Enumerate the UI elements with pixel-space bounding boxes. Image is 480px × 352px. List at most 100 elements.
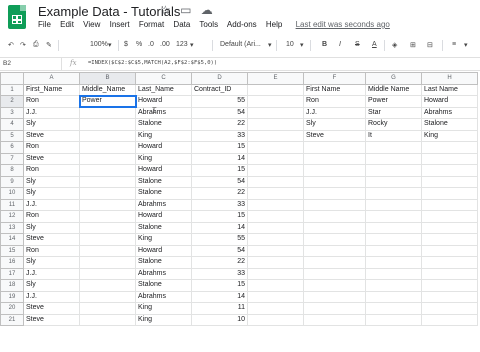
bold-button[interactable]: B [322,41,327,48]
cell-a20[interactable]: Steve [23,302,80,315]
cell-b20[interactable] [79,302,136,315]
row-header[interactable]: 4 [0,118,24,131]
cell-c17[interactable]: Abrahms [135,267,192,280]
cell-h19[interactable] [421,290,478,303]
row-header[interactable]: 18 [0,279,24,292]
cell-c8[interactable]: Howard [135,164,192,177]
cell-e19[interactable] [247,290,304,303]
cell-c16[interactable]: Stalone [135,256,192,269]
cell-e3[interactable] [247,106,304,119]
cell-c20[interactable]: King [135,302,192,315]
menu-addons[interactable]: Add-ons [227,20,257,29]
cell-b5[interactable] [79,129,136,142]
column-header-h[interactable]: H [421,72,478,85]
cell-h16[interactable] [421,256,478,269]
cell-a7[interactable]: Steve [23,152,80,165]
document-title[interactable]: Example Data - Tutorials [38,4,180,19]
cell-h5[interactable]: King [421,129,478,142]
cell-f17[interactable] [303,267,366,280]
cell-a15[interactable]: Ron [23,244,80,257]
decrease-decimal-button[interactable]: .0 [148,41,154,48]
cell-d9[interactable]: 54 [191,175,248,188]
cell-c12[interactable]: Howard [135,210,192,223]
cell-d20[interactable]: 11 [191,302,248,315]
redo-icon[interactable]: ↷ [20,41,26,49]
column-header-d[interactable]: D [191,72,248,85]
cell-d10[interactable]: 22 [191,187,248,200]
cell-f7[interactable] [303,152,366,165]
cell-f6[interactable] [303,141,366,154]
fill-color-icon[interactable]: ◈ [392,41,397,49]
cell-b7[interactable] [79,152,136,165]
cell-e17[interactable] [247,267,304,280]
cell-d8[interactable]: 15 [191,164,248,177]
cell-f1[interactable]: First Name [303,83,366,96]
cell-b14[interactable] [79,233,136,246]
increase-decimal-button[interactable]: .00 [160,41,170,48]
cell-h6[interactable] [421,141,478,154]
row-header[interactable]: 1 [0,83,24,96]
cell-g1[interactable]: Middle Name [365,83,422,96]
cell-h3[interactable]: Abrahms [421,106,478,119]
row-header[interactable]: 16 [0,256,24,269]
cell-d16[interactable]: 22 [191,256,248,269]
column-header-c[interactable]: C [135,72,192,85]
cell-g21[interactable] [365,313,422,326]
cell-b2[interactable]: Power [78,94,137,108]
cell-a17[interactable]: J.J. [23,267,80,280]
cell-a14[interactable]: Steve [23,233,80,246]
cell-f15[interactable] [303,244,366,257]
menu-tools[interactable]: Tools [199,20,218,29]
cell-c2[interactable]: Howard [135,95,192,108]
horizontal-align-icon[interactable]: ≡ [452,41,456,48]
cell-g19[interactable] [365,290,422,303]
cell-a8[interactable]: Ron [23,164,80,177]
cell-e2[interactable] [247,95,304,108]
borders-icon[interactable]: ⊞ [410,41,416,49]
cell-a12[interactable]: Ron [23,210,80,223]
cell-a9[interactable]: Sly [23,175,80,188]
cell-b6[interactable] [79,141,136,154]
cell-f19[interactable] [303,290,366,303]
row-header[interactable]: 12 [0,210,24,223]
cell-b8[interactable] [79,164,136,177]
cell-c19[interactable]: Abrahms [135,290,192,303]
cell-a18[interactable]: Sly [23,279,80,292]
menu-data[interactable]: Data [173,20,190,29]
menu-file[interactable]: File [38,20,51,29]
cell-c3[interactable]: Abrahms [135,106,192,119]
cell-c18[interactable]: Stalone [135,279,192,292]
cell-h8[interactable] [421,164,478,177]
row-header[interactable]: 20 [0,302,24,315]
cell-d18[interactable]: 15 [191,279,248,292]
cell-h12[interactable] [421,210,478,223]
cell-f21[interactable] [303,313,366,326]
cell-c4[interactable]: Stalone [135,118,192,131]
cell-f4[interactable]: Sly [303,118,366,131]
undo-icon[interactable]: ↶ [8,41,14,49]
row-header[interactable]: 13 [0,221,24,234]
cell-b13[interactable] [79,221,136,234]
cell-e11[interactable] [247,198,304,211]
cell-c1[interactable]: Last_Name [135,83,192,96]
cell-g13[interactable] [365,221,422,234]
cell-h13[interactable] [421,221,478,234]
cell-g9[interactable] [365,175,422,188]
cell-b17[interactable] [79,267,136,280]
cell-b12[interactable] [79,210,136,223]
cell-c9[interactable]: Stalone [135,175,192,188]
cell-g12[interactable] [365,210,422,223]
percent-button[interactable]: % [136,41,142,48]
cell-g2[interactable]: Power [365,95,422,108]
cell-d12[interactable]: 15 [191,210,248,223]
cell-h4[interactable]: Stalone [421,118,478,131]
column-header-g[interactable]: G [365,72,422,85]
more-formats-button[interactable]: 123 [176,41,188,48]
strikethrough-button[interactable]: S [355,41,360,48]
cell-g5[interactable]: It [365,129,422,142]
cell-d17[interactable]: 33 [191,267,248,280]
row-header[interactable]: 11 [0,198,24,211]
print-icon[interactable]: ⎙ [33,41,39,49]
column-header-b[interactable]: B [79,72,136,85]
formula-input[interactable]: =INDEX($C$2:$C$5,MATCH(A2,$F$2:$F$5,0)) [88,60,217,66]
